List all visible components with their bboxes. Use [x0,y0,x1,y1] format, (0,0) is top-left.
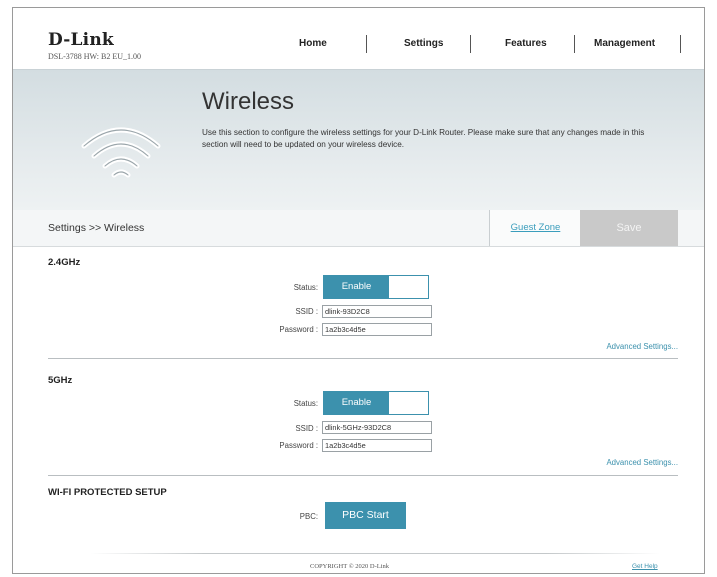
toggle-off-area [389,392,428,414]
ssid-input-2-4ghz[interactable]: dlink-93D2C8 [322,305,432,318]
guest-zone-link[interactable]: Guest Zone [489,210,582,246]
section-divider [48,358,678,359]
status-label: Status: [293,399,318,408]
nav-management[interactable]: Management [594,38,655,49]
pbc-start-button[interactable]: PBC Start [325,502,406,529]
dlink-logo: D-Link [48,30,114,50]
copyright: COPYRIGHT © 2020 D-Link [310,563,390,570]
advanced-settings-link-2-4ghz[interactable]: Advanced Settings... [606,342,678,351]
model-info: DSL-3788 HW: B2 EU_1.00 [48,52,142,61]
nav-separator [470,35,471,53]
toggle-enable: Enable [324,276,389,298]
toggle-off-area [389,276,428,298]
ssid-label: SSID : [295,307,318,316]
pbc-label: PBC: [299,512,318,521]
nav-settings[interactable]: Settings [404,38,443,49]
section-title-5ghz: 5GHz [48,375,73,386]
password-input-5ghz[interactable]: 1a2b3c4d5e [322,439,432,452]
page-title: Wireless [202,88,295,115]
ssid-label: SSID : [295,424,318,433]
status-label: Status: [293,283,318,292]
section-title-wps: WI-FI PROTECTED SETUP [48,487,167,498]
ssid-input-5ghz[interactable]: dlink-5GHz-93D2C8 [322,421,432,434]
save-button[interactable]: Save [580,210,678,246]
password-label: Password : [279,441,318,450]
footer-divider [90,553,660,554]
brand: D-Link DSL-3788 HW: B2 EU_1.00 [48,30,141,61]
breadcrumb: Settings >> Wireless [48,222,145,234]
password-label: Password : [279,325,318,334]
get-help-link[interactable]: Get Help [632,563,658,570]
page-description: Use this section to configure the wirele… [202,128,645,149]
advanced-settings-link-5ghz[interactable]: Advanced Settings... [606,458,678,467]
status-toggle-5ghz[interactable]: Enable [323,391,429,415]
nav-separator [366,35,367,53]
nav-separator [680,35,681,53]
status-toggle-2-4ghz[interactable]: Enable [323,275,429,299]
nav-home[interactable]: Home [299,38,327,49]
nav-separator [574,35,575,53]
section-title-2-4ghz: 2.4GHz [48,257,81,268]
section-divider [48,475,678,476]
wifi-icon [81,127,161,178]
toggle-enable: Enable [324,392,389,414]
password-input-2-4ghz[interactable]: 1a2b3c4d5e [322,323,432,336]
nav-features[interactable]: Features [505,38,547,49]
